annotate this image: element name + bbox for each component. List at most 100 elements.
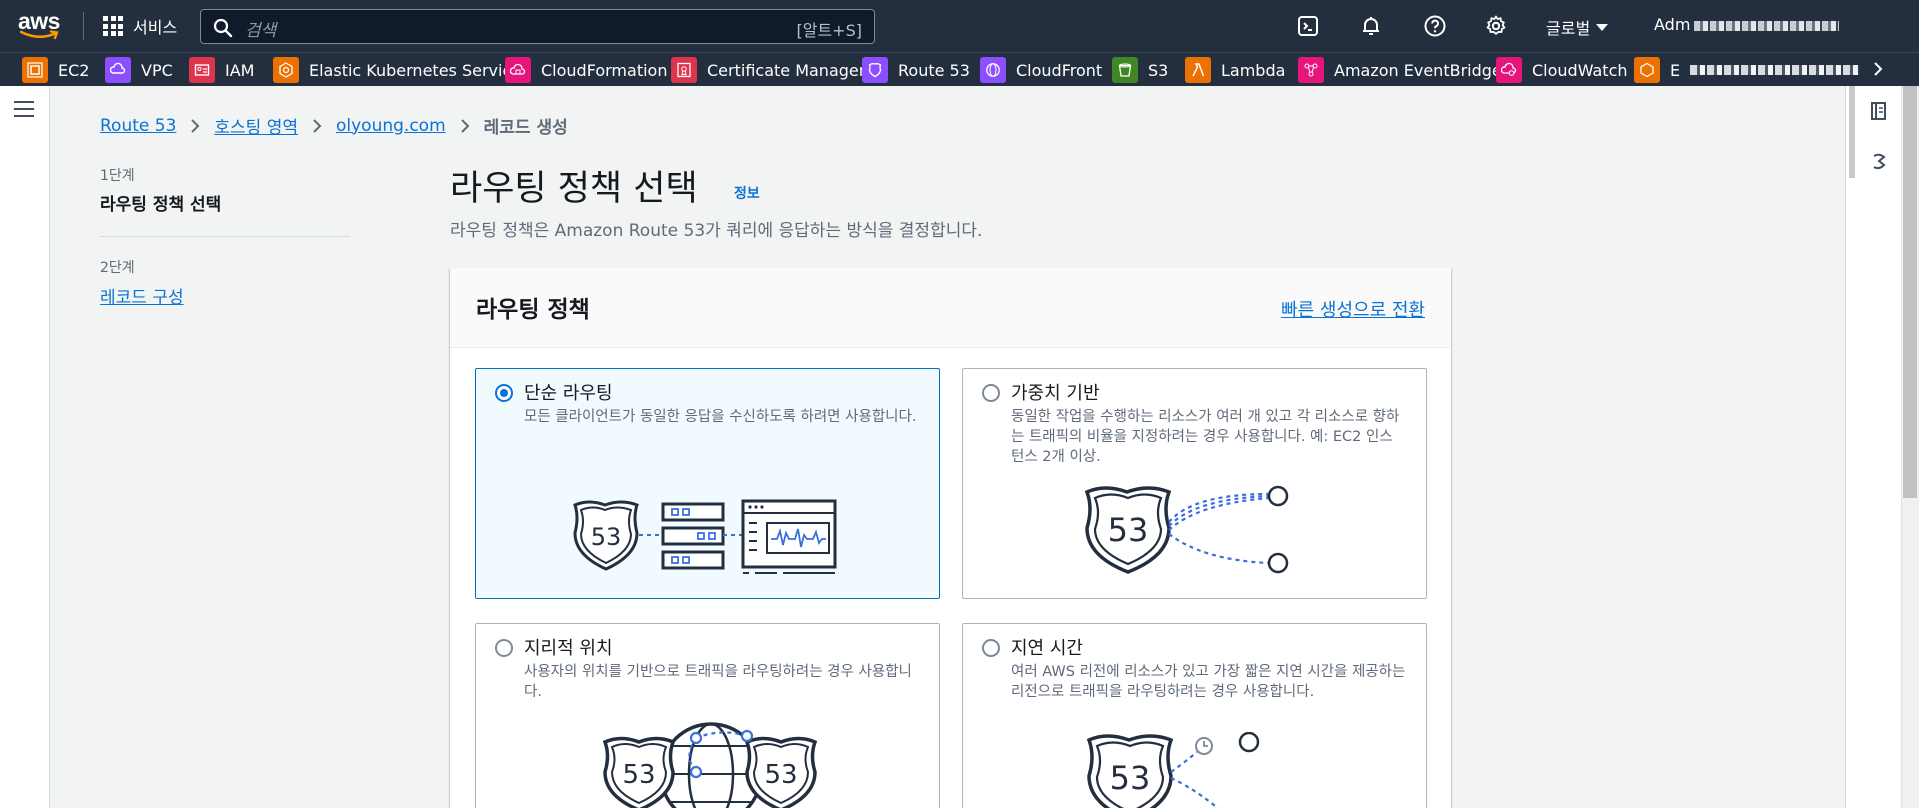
s3-icon	[1112, 57, 1138, 83]
tile-description: 사용자의 위치를 기반으로 트래픽을 라우팅하려는 경우 사용합니다.	[524, 664, 912, 700]
side-navigation-toggle-rail	[0, 86, 50, 808]
tile-description: 여러 AWS 리전에 리소스가 있고 가장 짧은 지연 시간을 제공하는 리전으…	[1011, 664, 1406, 700]
services-label: 서비스	[133, 18, 178, 37]
page-scrollbar-thumb[interactable]	[1903, 86, 1917, 498]
top-navigation: aws 서비스 검색 [알트+S] 글로벌 Adm	[0, 0, 1919, 52]
region-selector[interactable]: 글로벌	[1546, 15, 1609, 39]
tile-simple-routing[interactable]: 단순 라우팅 모든 클라이언트가 동일한 응답을 수신하도록 하려면 사용합니다…	[475, 368, 940, 599]
aws-logo[interactable]: aws	[18, 8, 66, 41]
tile-title: 가중치 기반	[1011, 383, 1100, 404]
favorite-certificate-manager[interactable]: Certificate Manager	[671, 57, 865, 83]
geolocation-routing-illustration: 53 53	[602, 722, 818, 808]
tile-title: 지리적 위치	[524, 638, 613, 659]
favorite-lambda[interactable]: Lambda	[1185, 57, 1285, 83]
tile-description: 모든 클라이언트가 동일한 응답을 수신하도록 하려면 사용합니다.	[524, 409, 917, 425]
breadcrumb: Route 53 호스팅 영역 olyoung.com 레코드 생성	[100, 113, 568, 139]
chevron-right-icon	[190, 118, 200, 134]
tile-weighted-routing[interactable]: 가중치 기반 동일한 작업을 수행하는 리소스가 여러 개 있고 각 리소스로 …	[962, 368, 1427, 599]
caret-down-icon	[1596, 23, 1609, 31]
step-2-number: 2단계	[100, 260, 135, 276]
badge-number: 53	[591, 523, 622, 551]
step-1-title: 라우팅 정책 선택	[100, 195, 222, 215]
breadcrumb-hosted-zones[interactable]: 호스팅 영역	[214, 113, 298, 138]
step-2-link[interactable]: 레코드 구성	[100, 283, 184, 308]
tile-geolocation-routing[interactable]: 지리적 위치 사용자의 위치를 기반으로 트래픽을 라우팅하려는 경우 사용합니…	[475, 623, 940, 808]
favorite-eks[interactable]: Elastic Kubernetes Service	[273, 57, 521, 83]
container-title: 라우팅 정책	[476, 297, 590, 323]
radio-unselected[interactable]	[495, 639, 513, 657]
breadcrumb-current: 레코드 생성	[483, 118, 568, 138]
aws-logo-text: aws	[18, 8, 60, 34]
chevron-right-icon	[312, 118, 322, 134]
route53-icon	[862, 57, 888, 83]
favorite-ec2[interactable]: EC2	[22, 57, 89, 83]
favorite-s3[interactable]: S3	[1112, 57, 1168, 83]
certificate-manager-icon	[671, 57, 697, 83]
favorites-bar: EC2 VPC IAM Elastic Kubernetes Service C…	[0, 52, 1919, 86]
search-input[interactable]: 검색 [알트+S]	[200, 9, 875, 44]
server-rack-icon	[661, 502, 725, 570]
radio-unselected[interactable]	[982, 639, 1000, 657]
tile-description: 동일한 작업을 수행하는 리소스가 여러 개 있고 각 리소스로 향하는 트래픽…	[1011, 409, 1400, 465]
radio-unselected[interactable]	[982, 384, 1000, 402]
ec2-icon	[22, 57, 48, 83]
favorite-label: S3	[1148, 60, 1169, 80]
redacted-favorite-name	[1690, 65, 1861, 75]
chevron-right-icon	[460, 118, 470, 134]
cloudformation-icon	[505, 57, 531, 83]
apps-grid-icon	[103, 16, 123, 36]
services-menu-button[interactable]: 서비스	[103, 14, 177, 38]
account-menu[interactable]: Adm	[1654, 15, 1840, 34]
menu-hamburger-icon[interactable]	[14, 101, 34, 117]
favorite-iam[interactable]: IAM	[189, 57, 254, 83]
favorite-label: Route 53	[898, 60, 970, 80]
badge-number: 53	[764, 760, 797, 790]
lambda-icon	[1185, 57, 1211, 83]
step-1-number: 1단계	[100, 168, 135, 184]
eventbridge-icon	[1298, 57, 1324, 83]
service-icon	[1634, 57, 1660, 83]
cloudfront-icon	[980, 57, 1006, 83]
switch-to-quick-create-link[interactable]: 빠른 생성으로 전환	[1281, 296, 1425, 322]
vpc-icon	[105, 57, 131, 83]
favorite-label: Elastic Kubernetes Service	[309, 60, 522, 80]
favorite-label: Amazon EventBridge	[1334, 60, 1502, 80]
step-divider	[100, 236, 350, 237]
breadcrumb-route53[interactable]: Route 53	[100, 116, 176, 136]
help-panel-icon[interactable]	[1869, 151, 1889, 173]
nav-divider	[83, 12, 84, 40]
help-icon[interactable]	[1423, 14, 1447, 38]
settings-gear-icon[interactable]	[1484, 14, 1508, 38]
favorite-cloudfront[interactable]: CloudFront	[980, 57, 1102, 83]
routing-policy-container: 라우팅 정책 빠른 생성으로 전환 단순 라우팅 모든 클라이언트가 동일한 응…	[450, 268, 1451, 808]
radio-selected[interactable]	[495, 384, 513, 402]
badge-number: 53	[1108, 511, 1149, 549]
redacted-account-name	[1694, 20, 1840, 31]
notifications-bell-icon[interactable]	[1359, 14, 1383, 38]
favorite-label: Certificate Manager	[707, 60, 866, 80]
breadcrumb-domain[interactable]: olyoung.com	[336, 116, 446, 136]
aws-smile-icon	[20, 30, 59, 40]
account-label: Adm	[1654, 15, 1691, 34]
cloudwatch-icon	[1496, 57, 1522, 83]
favorite-service[interactable]: E	[1634, 57, 1861, 83]
favorite-eventbridge[interactable]: Amazon EventBridge	[1298, 57, 1502, 83]
utility-panel-rail	[1845, 86, 1901, 808]
favorite-vpc[interactable]: VPC	[105, 57, 173, 83]
favorite-cloudformation[interactable]: CloudFormation	[505, 57, 667, 83]
favorites-overflow-chevron-icon[interactable]	[1873, 61, 1883, 81]
route53-shield-icon: 53	[573, 500, 639, 571]
cloudshell-icon[interactable]	[1296, 14, 1320, 38]
favorite-route53[interactable]: Route 53	[862, 57, 970, 83]
badge-number: 53	[1110, 759, 1151, 797]
info-link[interactable]: 정보	[734, 183, 760, 203]
search-icon	[213, 18, 233, 38]
notebook-icon[interactable]	[1868, 100, 1890, 122]
utility-panel-scrollbar[interactable]	[1849, 86, 1855, 178]
badge-number: 53	[622, 760, 655, 790]
page-description: 라우팅 정책은 Amazon Route 53가 쿼리에 응답하는 방식을 결정…	[450, 221, 983, 241]
tile-latency-routing[interactable]: 지연 시간 여러 AWS 리전에 리소스가 있고 가장 짧은 지연 시간을 제공…	[962, 623, 1427, 808]
simple-routing-illustration: 53	[573, 499, 837, 574]
favorite-label: CloudFront	[1016, 60, 1103, 80]
favorite-cloudwatch[interactable]: CloudWatch	[1496, 57, 1628, 83]
